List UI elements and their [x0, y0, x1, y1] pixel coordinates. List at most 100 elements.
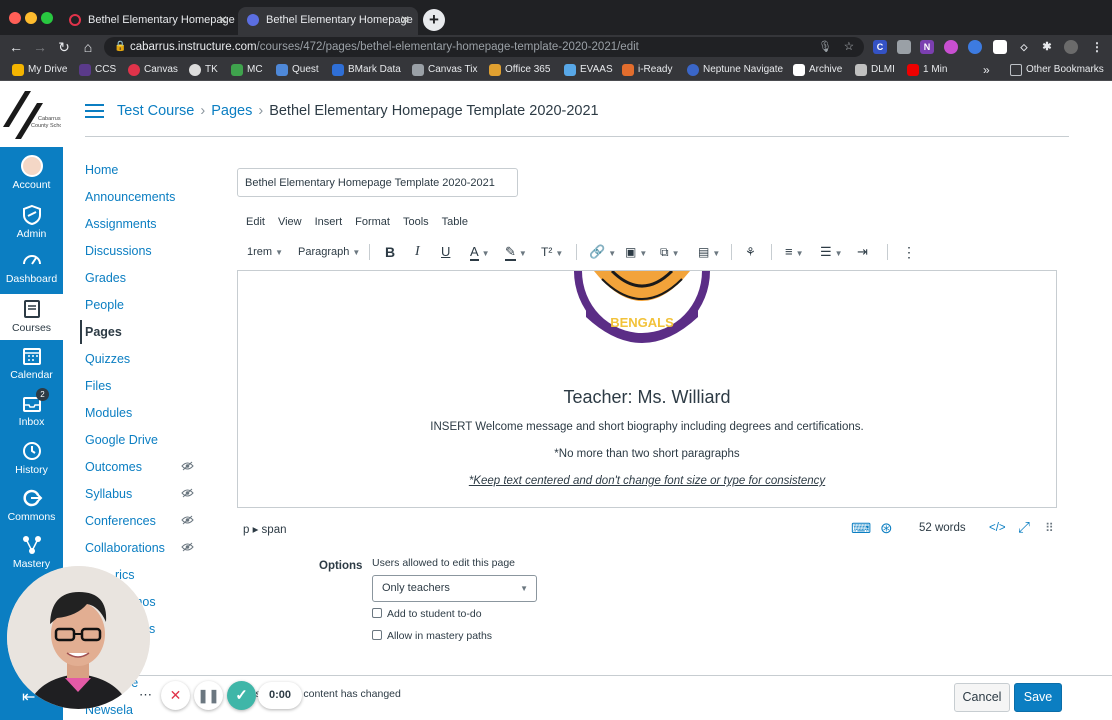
other-bookmarks-folder[interactable]: Other Bookmarks: [1010, 62, 1104, 78]
close-tab-icon[interactable]: ✕: [400, 7, 410, 33]
course-nav-pages[interactable]: Pages: [85, 325, 122, 339]
bookmark-office-365[interactable]: Office 365: [489, 62, 550, 78]
edit-permission-select[interactable]: Only teachers ▼: [372, 575, 537, 602]
reload-icon[interactable]: ↻: [54, 37, 74, 57]
align-center-icon[interactable]: ≡ ▼: [785, 243, 804, 261]
onenote-extension-icon[interactable]: N: [920, 40, 934, 54]
course-nav-people[interactable]: People: [85, 298, 124, 312]
menu-format[interactable]: Format: [355, 216, 390, 228]
recorder-more-icon[interactable]: ⋯: [139, 687, 152, 703]
global-nav-mastery[interactable]: Mastery: [0, 530, 63, 576]
course-nav-syllabus[interactable]: Syllabus: [85, 487, 132, 501]
word-count[interactable]: 52 words: [919, 522, 966, 534]
browser-tab-2-active[interactable]: Bethel Elementary Homepage ✕: [238, 7, 418, 35]
student-todo-option[interactable]: Add to student to-do: [372, 608, 482, 620]
course-nav-assignments[interactable]: Assignments: [85, 217, 157, 231]
bold-icon[interactable]: B: [385, 243, 395, 261]
fullscreen-icon[interactable]: ⤢: [1018, 519, 1030, 536]
bookmark-my-drive[interactable]: My Drive: [12, 62, 67, 78]
bookmark-canvas-tix[interactable]: Canvas Tix: [412, 62, 477, 78]
indent-icon[interactable]: ⇥: [857, 243, 868, 261]
media-icon[interactable]: ⧉ ▼: [660, 243, 680, 261]
page-title-input[interactable]: [237, 168, 518, 197]
more-options-icon[interactable]: ⋮: [902, 243, 916, 261]
font-size-dropdown[interactable]: 1rem ▼: [247, 243, 283, 261]
course-nav-grades[interactable]: Grades: [85, 271, 126, 285]
apps-plug-icon[interactable]: ⚘: [745, 243, 756, 261]
breadcrumb-pages[interactable]: Pages: [211, 103, 252, 119]
length-note-paragraph[interactable]: *No more than two short paragraphs: [238, 448, 1056, 460]
address-bar[interactable]: 🔒 cabarrus.instructure.com/courses/472/p…: [104, 37, 864, 57]
menu-view[interactable]: View: [278, 216, 302, 228]
new-tab-button[interactable]: +: [423, 9, 445, 31]
keyboard-shortcuts-icon[interactable]: ⌨: [851, 520, 871, 537]
course-nav-announcements[interactable]: Announcements: [85, 190, 175, 204]
global-nav-calendar[interactable]: Calendar: [0, 341, 63, 387]
global-nav-inbox[interactable]: 2 Inbox: [0, 388, 63, 434]
underline-icon[interactable]: U: [441, 243, 450, 261]
extension-icon[interactable]: [944, 40, 958, 54]
course-nav-home[interactable]: Home: [85, 163, 118, 177]
accessibility-checker-icon[interactable]: ⊛: [880, 519, 893, 537]
highlight-color-icon[interactable]: ✎ ▼: [505, 243, 527, 261]
global-nav-dashboard[interactable]: Dashboard: [0, 245, 63, 291]
mic-icon[interactable]: 🎙: [818, 37, 832, 57]
bookmark-archive[interactable]: Archive: [793, 62, 842, 78]
bookmark-canvas[interactable]: Canvas: [128, 62, 178, 78]
student-todo-checkbox[interactable]: [372, 608, 382, 618]
discard-recording-icon[interactable]: ✕: [161, 681, 190, 710]
minimize-window-button[interactable]: [25, 12, 37, 24]
link-icon[interactable]: 🔗 ▼: [589, 243, 616, 261]
close-window-button[interactable]: [9, 12, 21, 24]
element-path[interactable]: p ▸ span: [243, 522, 287, 536]
district-logo[interactable]: Cabarrus County Schools: [0, 81, 63, 147]
course-nav-modules[interactable]: Modules: [85, 406, 132, 420]
rich-content-editor[interactable]: BENGALS Teacher: Ms. Williard INSERT Wel…: [237, 270, 1057, 508]
course-nav-files[interactable]: Files: [85, 379, 111, 393]
pause-recording-icon[interactable]: ❚❚: [194, 681, 223, 710]
extension-icon[interactable]: [993, 40, 1007, 54]
extension-icon[interactable]: [968, 40, 982, 54]
menu-tools[interactable]: Tools: [403, 216, 429, 228]
bookmark-mc[interactable]: MC: [231, 62, 263, 78]
text-color-icon[interactable]: A ▼: [470, 243, 490, 261]
bookmark-bmark-data[interactable]: BMark Data: [332, 62, 401, 78]
menu-table[interactable]: Table: [442, 216, 468, 228]
browser-tab-1[interactable]: Bethel Elementary Homepage ✕: [60, 7, 236, 35]
extension-icon[interactable]: [897, 40, 911, 54]
maximize-window-button[interactable]: [41, 12, 53, 24]
image-icon[interactable]: ▣ ▼: [625, 243, 647, 261]
global-nav-commons[interactable]: Commons: [0, 483, 63, 529]
bookmark-ccs[interactable]: CCS: [79, 62, 116, 78]
course-nav-outcomes[interactable]: Outcomes: [85, 460, 142, 474]
course-menu-toggle-icon[interactable]: [85, 104, 104, 118]
document-icon[interactable]: ▤ ▼: [698, 243, 720, 261]
puzzle-extensions-icon[interactable]: ✱: [1040, 40, 1054, 54]
close-tab-icon[interactable]: ✕: [218, 7, 228, 33]
bookmark-quest[interactable]: Quest: [276, 62, 319, 78]
welcome-paragraph[interactable]: INSERT Welcome message and short biograp…: [238, 421, 1056, 433]
breadcrumb-course[interactable]: Test Course: [117, 103, 194, 119]
bullet-list-icon[interactable]: ☰ ▼: [820, 243, 843, 261]
profile-avatar-icon[interactable]: [1064, 40, 1078, 54]
bookmark-dlmi[interactable]: DLMI: [855, 62, 895, 78]
bookmark-neptune-navigate[interactable]: Neptune Navigate: [687, 62, 783, 78]
course-nav-quizzes[interactable]: Quizzes: [85, 352, 130, 366]
bookmark-tk[interactable]: TK: [189, 62, 218, 78]
cancel-button[interactable]: Cancel: [954, 683, 1010, 712]
course-nav-google-drive[interactable]: Google Drive: [85, 433, 158, 447]
global-nav-admin[interactable]: Admin: [0, 200, 63, 246]
resize-handle-icon[interactable]: ⠿: [1045, 521, 1054, 535]
global-nav-courses[interactable]: Courses: [0, 294, 63, 340]
course-nav-collaborations[interactable]: Collaborations: [85, 541, 165, 555]
extension-icon[interactable]: ◇: [1017, 40, 1031, 54]
webcam-bubble[interactable]: [7, 566, 150, 709]
browser-menu-icon[interactable]: ⋮: [1090, 40, 1104, 54]
block-format-dropdown[interactable]: Paragraph ▼: [298, 243, 360, 261]
global-nav-history[interactable]: History: [0, 436, 63, 482]
menu-edit[interactable]: Edit: [246, 216, 265, 228]
global-nav-account[interactable]: Account: [0, 151, 63, 197]
forward-arrow-icon[interactable]: →: [30, 37, 50, 57]
html-editor-toggle[interactable]: </>: [989, 522, 1006, 534]
mastery-paths-checkbox[interactable]: [372, 630, 382, 640]
